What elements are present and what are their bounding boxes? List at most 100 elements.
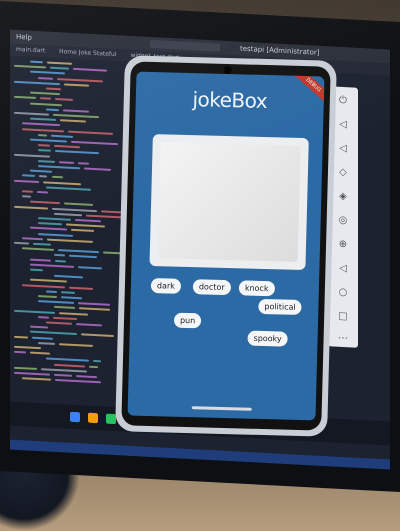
code-token [55, 150, 99, 155]
code-token [50, 134, 74, 138]
home-indicator[interactable] [191, 406, 252, 411]
category-chip-spooky[interactable]: spooky [247, 330, 288, 347]
code-token [53, 113, 100, 119]
code-token [38, 341, 55, 345]
code-token [46, 357, 89, 363]
ide-search-box[interactable] [150, 39, 220, 52]
code-token [75, 323, 102, 327]
code-token [14, 179, 39, 183]
front-camera-icon [223, 65, 232, 75]
rotate-right-icon[interactable]: ◈ [337, 191, 349, 204]
back-icon[interactable]: ◁ [337, 263, 349, 276]
code-token [14, 80, 61, 86]
rotate-left-icon[interactable]: ◇ [337, 167, 349, 180]
overview-icon[interactable]: □ [337, 311, 349, 324]
android-emulator-phone: DEBUG jokeBox dark doctor knock politica… [115, 55, 337, 437]
code-token [46, 61, 73, 65]
code-token [38, 133, 47, 137]
code-token [46, 87, 61, 91]
code-token [22, 377, 52, 381]
ide-tab-2[interactable]: Home Joke Stateful [53, 48, 122, 59]
code-token [30, 102, 63, 106]
code-token [30, 331, 78, 336]
code-token [14, 64, 46, 69]
code-token [14, 309, 56, 314]
ide-statusbar [10, 439, 390, 470]
code-token [38, 76, 54, 80]
code-token [38, 149, 51, 153]
volume-down-icon[interactable]: ◁ [337, 143, 349, 156]
code-token [57, 77, 103, 83]
ide-menu-help[interactable]: Help [16, 33, 32, 42]
camera-icon[interactable]: ◎ [337, 215, 349, 228]
code-token [46, 186, 92, 191]
code-token [30, 325, 48, 329]
code-token [14, 350, 26, 354]
jokebox-app: DEBUG jokeBox dark doctor knock politica… [127, 71, 325, 421]
code-token [42, 180, 81, 185]
code-token [38, 315, 50, 319]
code-token [30, 263, 74, 268]
code-token [79, 307, 110, 312]
taskbar-app-icon[interactable] [70, 411, 80, 423]
code-token [49, 66, 69, 70]
volume-up-icon[interactable]: ◁ [337, 119, 349, 132]
taskbar-app-icon[interactable] [106, 413, 116, 425]
code-token [55, 259, 66, 263]
code-token [22, 247, 54, 252]
code-token [14, 335, 29, 339]
code-token [38, 222, 62, 226]
code-token [30, 117, 56, 122]
code-token [54, 363, 85, 368]
code-token [59, 160, 74, 164]
phone-bezel: DEBUG jokeBox dark doctor knock politica… [121, 61, 331, 431]
code-token [30, 71, 65, 75]
category-chip-dark[interactable]: dark [150, 278, 182, 294]
code-token [61, 296, 82, 300]
code-token [22, 174, 36, 178]
code-token [46, 321, 72, 325]
app-brand-title: jokeBox [192, 87, 268, 114]
code-token [81, 333, 114, 338]
code-token [85, 214, 126, 219]
code-token [38, 295, 58, 299]
code-token [37, 190, 49, 194]
home-icon[interactable]: ○ [337, 287, 349, 300]
code-token [33, 242, 51, 246]
code-token [54, 212, 82, 217]
code-token [46, 290, 58, 293]
taskbar-app-icon[interactable] [88, 412, 98, 424]
code-token [75, 219, 102, 223]
code-token [30, 227, 67, 231]
code-token [32, 336, 53, 340]
category-chip-knock[interactable]: knock [238, 280, 275, 297]
code-token [53, 145, 80, 149]
category-chip-doctor[interactable]: doctor [192, 279, 231, 296]
code-token [38, 159, 56, 163]
category-chip-pun[interactable]: pun [173, 312, 202, 329]
code-token [14, 345, 42, 350]
code-token [38, 217, 72, 221]
power-icon[interactable]: ⏻ [337, 95, 349, 108]
code-token [54, 254, 66, 257]
code-token [72, 68, 108, 72]
code-token [38, 165, 80, 170]
code-token [14, 241, 30, 245]
code-token [59, 311, 89, 316]
code-token [22, 190, 34, 193]
code-token [14, 205, 49, 210]
code-token [30, 138, 68, 143]
category-chip-political[interactable]: political [258, 298, 302, 316]
code-token [78, 265, 103, 270]
more-icon[interactable]: ⋯ [337, 333, 349, 346]
code-token [14, 153, 51, 158]
code-token [68, 130, 114, 135]
code-token [63, 109, 90, 113]
code-token [92, 360, 102, 363]
code-token [30, 268, 44, 272]
zoom-icon[interactable]: ⊕ [337, 239, 349, 252]
code-token [65, 223, 105, 228]
code-token [14, 96, 37, 100]
ide-tab-1[interactable]: main.dart [10, 46, 51, 55]
code-token [30, 201, 60, 205]
